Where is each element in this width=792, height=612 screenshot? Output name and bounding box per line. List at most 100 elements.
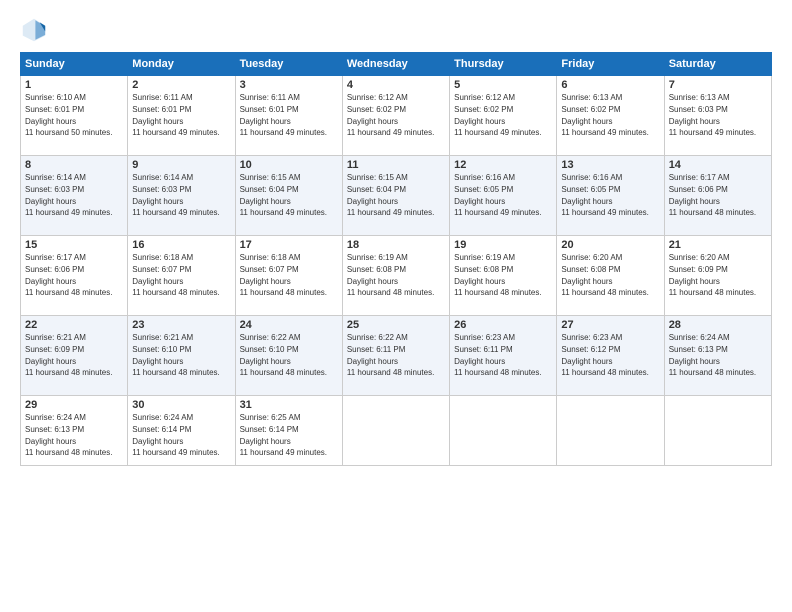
table-row: 9 Sunrise: 6:14 AMSunset: 6:03 PMDaylight… [128, 156, 235, 236]
day-info: Sunrise: 6:14 AMSunset: 6:03 PMDaylight … [25, 173, 112, 217]
table-row: 12 Sunrise: 6:16 AMSunset: 6:05 PMDayligh… [450, 156, 557, 236]
day-number: 21 [669, 239, 767, 251]
day-number: 7 [669, 79, 767, 91]
calendar-row: 15Sunrise: 6:17 AMSunset: 6:06 PMDayligh… [21, 236, 772, 316]
day-number: 13 [561, 159, 659, 171]
day-number: 28 [669, 319, 767, 331]
table-row: 20 Sunrise: 6:20 AMSunset: 6:08 PMDayligh… [557, 236, 664, 316]
logo [20, 16, 52, 44]
day-info: Sunrise: 6:22 AMSunset: 6:11 PMDaylight … [347, 333, 434, 377]
day-number: 29 [25, 399, 123, 411]
day-info: Sunrise: 6:12 AMSunset: 6:02 PMDaylight … [347, 93, 434, 137]
day-info: Sunrise: 6:23 AMSunset: 6:12 PMDaylight … [561, 333, 648, 377]
table-row: 19 Sunrise: 6:19 AMSunset: 6:08 PMDayligh… [450, 236, 557, 316]
day-number: 20 [561, 239, 659, 251]
day-info: Sunrise: 6:15 AMSunset: 6:04 PMDaylight … [347, 173, 434, 217]
day-number: 14 [669, 159, 767, 171]
day-info: Sunrise: 6:21 AMSunset: 6:09 PMDaylight … [25, 333, 112, 377]
table-row: 2Sunrise: 6:11 AMSunset: 6:01 PMDaylight… [128, 76, 235, 156]
col-wednesday: Wednesday [342, 53, 449, 76]
table-row: 27 Sunrise: 6:23 AMSunset: 6:12 PMDayligh… [557, 316, 664, 396]
day-number: 10 [240, 159, 338, 171]
table-row: 3 Sunrise: 6:11 AMSunset: 6:01 PMDaylight… [235, 76, 342, 156]
day-number: 12 [454, 159, 552, 171]
day-info: Sunrise: 6:25 AMSunset: 6:14 PMDaylight … [240, 413, 327, 457]
day-number: 26 [454, 319, 552, 331]
col-tuesday: Tuesday [235, 53, 342, 76]
table-row: 13 Sunrise: 6:16 AMSunset: 6:05 PMDayligh… [557, 156, 664, 236]
day-info: Sunrise: 6:16 AMSunset: 6:05 PMDaylight … [454, 173, 541, 217]
calendar-row: 29 Sunrise: 6:24 AMSunset: 6:13 PMDayligh… [21, 396, 772, 466]
day-number: 16 [132, 239, 230, 251]
day-info: Sunrise: 6:13 AMSunset: 6:03 PMDaylight … [669, 93, 756, 137]
table-row [450, 396, 557, 466]
day-info: Sunrise: 6:17 AMSunset: 6:06 PMDaylight … [669, 173, 756, 217]
table-row: 8Sunrise: 6:14 AMSunset: 6:03 PMDaylight… [21, 156, 128, 236]
table-row: 25Sunrise: 6:22 AMSunset: 6:11 PMDayligh… [342, 316, 449, 396]
day-number: 22 [25, 319, 123, 331]
day-info: Sunrise: 6:18 AMSunset: 6:07 PMDaylight … [132, 253, 219, 297]
table-row: 11 Sunrise: 6:15 AMSunset: 6:04 PMDayligh… [342, 156, 449, 236]
table-row: 22 Sunrise: 6:21 AMSunset: 6:09 PMDayligh… [21, 316, 128, 396]
table-row: 21Sunrise: 6:20 AMSunset: 6:09 PMDayligh… [664, 236, 771, 316]
day-info: Sunrise: 6:23 AMSunset: 6:11 PMDaylight … [454, 333, 541, 377]
col-monday: Monday [128, 53, 235, 76]
day-info: Sunrise: 6:19 AMSunset: 6:08 PMDaylight … [454, 253, 541, 297]
day-number: 4 [347, 79, 445, 91]
day-number: 17 [240, 239, 338, 251]
day-number: 18 [347, 239, 445, 251]
day-number: 23 [132, 319, 230, 331]
day-number: 6 [561, 79, 659, 91]
table-row: 16 Sunrise: 6:18 AMSunset: 6:07 PMDayligh… [128, 236, 235, 316]
day-number: 3 [240, 79, 338, 91]
day-number: 11 [347, 159, 445, 171]
col-thursday: Thursday [450, 53, 557, 76]
table-row: 4 Sunrise: 6:12 AMSunset: 6:02 PMDaylight… [342, 76, 449, 156]
day-info: Sunrise: 6:13 AMSunset: 6:02 PMDaylight … [561, 93, 648, 137]
day-number: 24 [240, 319, 338, 331]
logo-icon [20, 16, 48, 44]
day-info: Sunrise: 6:16 AMSunset: 6:05 PMDaylight … [561, 173, 648, 217]
day-number: 9 [132, 159, 230, 171]
col-saturday: Saturday [664, 53, 771, 76]
page: Sunday Monday Tuesday Wednesday Thursday… [0, 0, 792, 612]
day-info: Sunrise: 6:20 AMSunset: 6:08 PMDaylight … [561, 253, 648, 297]
day-number: 30 [132, 399, 230, 411]
table-row: 24Sunrise: 6:22 AMSunset: 6:10 PMDayligh… [235, 316, 342, 396]
table-row: 7 Sunrise: 6:13 AMSunset: 6:03 PMDaylight… [664, 76, 771, 156]
day-info: Sunrise: 6:24 AMSunset: 6:13 PMDaylight … [669, 333, 756, 377]
calendar-table: Sunday Monday Tuesday Wednesday Thursday… [20, 52, 772, 466]
day-info: Sunrise: 6:24 AMSunset: 6:14 PMDaylight … [132, 413, 219, 457]
table-row: 1 Sunrise: 6:10 AMSunset: 6:01 PMDaylight… [21, 76, 128, 156]
table-row: 28 Sunrise: 6:24 AMSunset: 6:13 PMDayligh… [664, 316, 771, 396]
day-info: Sunrise: 6:19 AMSunset: 6:08 PMDaylight … [347, 253, 434, 297]
day-number: 27 [561, 319, 659, 331]
table-row: 5 Sunrise: 6:12 AMSunset: 6:02 PMDaylight… [450, 76, 557, 156]
table-row: 29 Sunrise: 6:24 AMSunset: 6:13 PMDayligh… [21, 396, 128, 466]
calendar-row: 22 Sunrise: 6:21 AMSunset: 6:09 PMDayligh… [21, 316, 772, 396]
day-info: Sunrise: 6:11 AMSunset: 6:01 PMDaylight … [240, 93, 327, 137]
calendar-header-row: Sunday Monday Tuesday Wednesday Thursday… [21, 53, 772, 76]
calendar-row: 8Sunrise: 6:14 AMSunset: 6:03 PMDaylight… [21, 156, 772, 236]
day-info: Sunrise: 6:10 AMSunset: 6:01 PMDaylight … [25, 93, 112, 137]
table-row [664, 396, 771, 466]
table-row: 17 Sunrise: 6:18 AMSunset: 6:07 PMDayligh… [235, 236, 342, 316]
day-info: Sunrise: 6:17 AMSunset: 6:06 PMDaylight … [25, 253, 112, 297]
table-row: 30 Sunrise: 6:24 AMSunset: 6:14 PMDayligh… [128, 396, 235, 466]
col-sunday: Sunday [21, 53, 128, 76]
table-row: 26 Sunrise: 6:23 AMSunset: 6:11 PMDayligh… [450, 316, 557, 396]
day-info: Sunrise: 6:18 AMSunset: 6:07 PMDaylight … [240, 253, 327, 297]
calendar-row: 1 Sunrise: 6:10 AMSunset: 6:01 PMDaylight… [21, 76, 772, 156]
table-row: 6 Sunrise: 6:13 AMSunset: 6:02 PMDaylight… [557, 76, 664, 156]
table-row: 14 Sunrise: 6:17 AMSunset: 6:06 PMDayligh… [664, 156, 771, 236]
day-info: Sunrise: 6:24 AMSunset: 6:13 PMDaylight … [25, 413, 112, 457]
header [20, 16, 772, 44]
table-row [342, 396, 449, 466]
table-row: 31Sunrise: 6:25 AMSunset: 6:14 PMDayligh… [235, 396, 342, 466]
table-row: 10Sunrise: 6:15 AMSunset: 6:04 PMDayligh… [235, 156, 342, 236]
day-info: Sunrise: 6:14 AMSunset: 6:03 PMDaylight … [132, 173, 219, 217]
day-info: Sunrise: 6:12 AMSunset: 6:02 PMDaylight … [454, 93, 541, 137]
day-number: 1 [25, 79, 123, 91]
day-number: 19 [454, 239, 552, 251]
day-number: 5 [454, 79, 552, 91]
